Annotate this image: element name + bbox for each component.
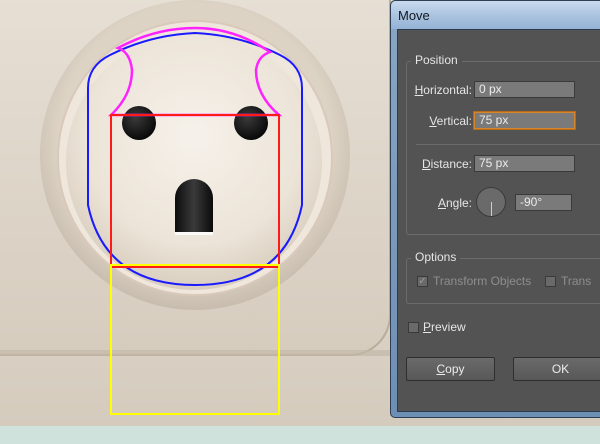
dialog-title: Move (398, 8, 430, 23)
options-group-label: Options (411, 250, 461, 264)
transform-objects-checkbox[interactable]: ✓ (417, 276, 428, 287)
move-dialog: Move Position Horizontal: 0 px Vertical:… (390, 0, 600, 418)
left-prong-hole (122, 106, 156, 140)
socket-face (66, 34, 322, 290)
preview-checkbox[interactable] (408, 322, 419, 333)
transform-objects-label: Transform Objects (433, 274, 532, 288)
angle-label: Angle: (437, 196, 472, 210)
horizontal-input[interactable]: 0 px (474, 81, 575, 98)
vertical-input[interactable]: 75 px (474, 112, 575, 129)
ok-button[interactable]: OK (513, 357, 600, 381)
transform-patterns-checkbox[interactable] (545, 276, 556, 287)
angle-input[interactable]: -90° (515, 194, 572, 211)
angle-dial[interactable] (476, 187, 506, 217)
distance-input[interactable]: 75 px (474, 155, 575, 172)
dialog-body: Position Horizontal: 0 px Vertical: 75 p… (397, 29, 600, 412)
distance-label: Distance: (421, 157, 472, 171)
horizontal-label: Horizontal: (414, 83, 472, 97)
ground-pin-slot (175, 179, 213, 232)
position-group-label: Position (411, 53, 462, 67)
preview-label: Preview (423, 320, 466, 334)
outlet-plate-shadow (0, 350, 390, 356)
transform-patterns-label: Trans (561, 274, 592, 288)
ground-slot-highlight (175, 232, 213, 235)
vertical-label: Vertical: (429, 114, 472, 128)
right-prong-hole (234, 106, 268, 140)
copy-button[interactable]: Copy (406, 357, 495, 381)
position-separator (416, 144, 600, 145)
dialog-titlebar[interactable]: Move (391, 1, 600, 29)
angle-dial-hand (491, 202, 492, 216)
